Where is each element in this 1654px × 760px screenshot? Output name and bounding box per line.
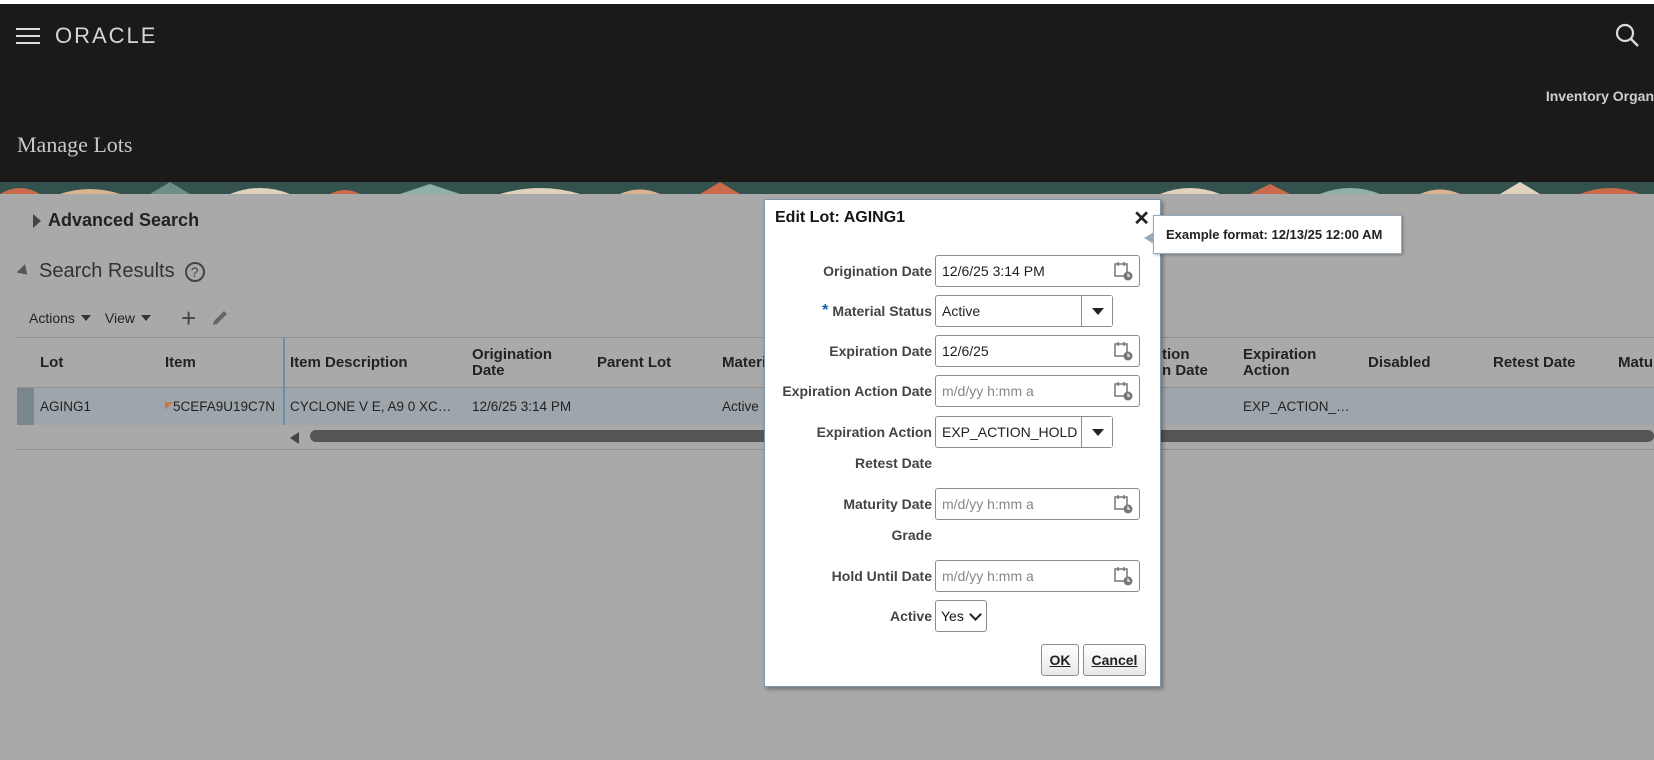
chevron-down-icon[interactable] (1081, 296, 1112, 326)
chevron-down-icon[interactable] (1081, 417, 1112, 447)
app-header: ORACLE Inventory Organ Manage Lots (0, 4, 1654, 182)
column-header-maturity-date[interactable]: Matur (1618, 338, 1654, 388)
origination-date-field[interactable]: 12/6/25 3:14 PM (935, 255, 1140, 287)
inventory-organization-label[interactable]: Inventory Organ (1546, 88, 1654, 104)
maturity-date-field[interactable]: m/d/yy h:mm a (935, 488, 1140, 520)
active-label: Active (889, 608, 932, 624)
material-status-label: * Material Status (822, 295, 932, 327)
calendar-icon[interactable] (1113, 566, 1133, 586)
expiration-action-date-placeholder: m/d/yy h:mm a (942, 383, 1034, 399)
column-header-expiration-action[interactable]: Expiration Action (1243, 338, 1333, 388)
chevron-down-icon (80, 315, 91, 321)
maturity-date-label: Maturity Date (843, 496, 932, 512)
column-header-item[interactable]: Item (165, 338, 196, 388)
menu-icon[interactable] (16, 28, 40, 46)
column-header-origination-date[interactable]: Origination Date (472, 338, 582, 388)
required-marker: * (822, 302, 829, 319)
item-flag-icon (165, 401, 173, 410)
cell-expiration-action: EXP_ACTION_… (1243, 399, 1350, 414)
column-header-lot[interactable]: Lot (40, 338, 63, 388)
chevron-down-icon (969, 608, 982, 621)
column-header-disabled[interactable]: Disabled (1368, 338, 1431, 388)
origination-date-row: Origination Date 12/6/25 3:14 PM (765, 255, 1162, 287)
page-title: Manage Lots (17, 132, 133, 157)
expiration-date-row: Expiration Date 12/6/25 (765, 335, 1162, 367)
expiration-date-field[interactable]: 12/6/25 (935, 335, 1140, 367)
dialog-title: Edit Lot: AGING1 (775, 209, 906, 226)
expand-icon (33, 213, 41, 228)
cell-item-value: 5CEFA9U19C7N (173, 399, 276, 414)
date-format-tooltip: Example format: 12/13/25 12:00 AM (1144, 215, 1402, 254)
maturity-date-row: Maturity Date m/d/yy h:mm a (765, 488, 1162, 520)
expiration-action-date-label: Expiration Action Date (782, 383, 932, 399)
hold-until-date-row: Hold Until Date m/d/yy h:mm a (765, 560, 1162, 592)
help-icon[interactable]: ? (184, 261, 205, 282)
scroll-left-icon[interactable] (290, 432, 299, 444)
cell-origination-date: 12/6/25 3:14 PM (472, 399, 572, 414)
origination-date-label: Origination Date (823, 263, 932, 279)
edit-lot-dialog: Edit Lot: AGING1 ✕ Origination Date 12/6… (764, 199, 1161, 687)
maturity-date-placeholder: m/d/yy h:mm a (942, 496, 1034, 512)
advanced-search-label: Advanced Search (48, 210, 200, 230)
cell-item: 5CEFA9U19C7N (165, 388, 275, 425)
actions-label: Actions (29, 310, 75, 326)
calendar-icon[interactable] (1113, 494, 1133, 514)
frozen-column-divider (283, 337, 285, 425)
cell-lot: AGING1 (40, 399, 92, 414)
expiration-action-date-row: Expiration Action Date m/d/yy h:mm a (765, 375, 1162, 407)
material-status-label-text: Material Status (832, 303, 932, 319)
calendar-icon[interactable] (1113, 381, 1133, 401)
search-results-header: Search Results ? (16, 260, 205, 283)
calendar-icon[interactable] (1113, 261, 1133, 281)
material-status-select[interactable]: Active (935, 295, 1113, 327)
dialog-buttons: OK Cancel (765, 644, 1162, 676)
chevron-down-icon (141, 315, 152, 321)
column-header-retest-date[interactable]: Retest Date (1493, 338, 1576, 388)
advanced-search-toggle[interactable]: Advanced Search (33, 210, 199, 231)
hold-until-date-label: Hold Until Date (831, 568, 932, 584)
material-status-value: Active (942, 303, 981, 319)
expiration-action-date-field[interactable]: m/d/yy h:mm a (935, 375, 1140, 407)
calendar-icon[interactable] (1113, 341, 1133, 361)
material-status-row: * Material Status Active (765, 295, 1162, 327)
ok-button[interactable]: OK (1041, 644, 1079, 676)
cancel-button[interactable]: Cancel (1083, 644, 1146, 676)
column-header-material-status[interactable]: Materi (722, 338, 766, 388)
decorative-banner (0, 182, 1654, 194)
view-menu[interactable]: View (104, 310, 152, 326)
grade-label: Grade (891, 527, 932, 543)
expiration-date-value: 12/6/25 (942, 343, 989, 359)
column-header-item-description[interactable]: Item Description (290, 338, 408, 388)
expiration-date-label: Expiration Date (829, 343, 932, 359)
retest-date-label: Retest Date (854, 455, 932, 471)
hold-until-date-field[interactable]: m/d/yy h:mm a (935, 560, 1140, 592)
row-selection-marker (17, 388, 34, 425)
cell-item-description: CYCLONE V E, A9 0 XC… (290, 399, 452, 414)
grade-row: Grade (765, 519, 1162, 551)
origination-date-value: 12/6/25 3:14 PM (942, 263, 1045, 279)
view-label: View (104, 310, 136, 326)
actions-menu[interactable]: Actions (29, 310, 91, 326)
active-select[interactable]: Yes (935, 600, 987, 632)
column-header-parent-lot[interactable]: Parent Lot (597, 338, 671, 388)
search-icon[interactable] (1614, 22, 1640, 48)
expiration-action-select[interactable]: EXP_ACTION_HOLD (935, 416, 1113, 448)
expiration-action-row: Expiration Action EXP_ACTION_HOLD (765, 416, 1162, 448)
results-toolbar: Actions View + (29, 305, 230, 331)
oracle-logo[interactable]: ORACLE (55, 23, 157, 49)
active-value: Yes (941, 608, 964, 624)
column-header-expiration-date[interactable]: tion n Date (1162, 338, 1222, 388)
close-icon[interactable]: ✕ (1133, 206, 1150, 231)
search-results-label: Search Results (39, 260, 175, 282)
cell-material-status: Active (722, 399, 759, 414)
expiration-action-value: EXP_ACTION_HOLD (942, 424, 1078, 440)
edit-icon[interactable] (210, 308, 230, 328)
hold-until-date-placeholder: m/d/yy h:mm a (942, 568, 1034, 584)
active-row: Active Yes (765, 600, 1162, 632)
expiration-action-label: Expiration Action (816, 424, 932, 440)
collapse-icon[interactable] (16, 264, 32, 279)
retest-date-row: Retest Date (765, 447, 1162, 479)
add-icon[interactable]: + (181, 305, 196, 331)
